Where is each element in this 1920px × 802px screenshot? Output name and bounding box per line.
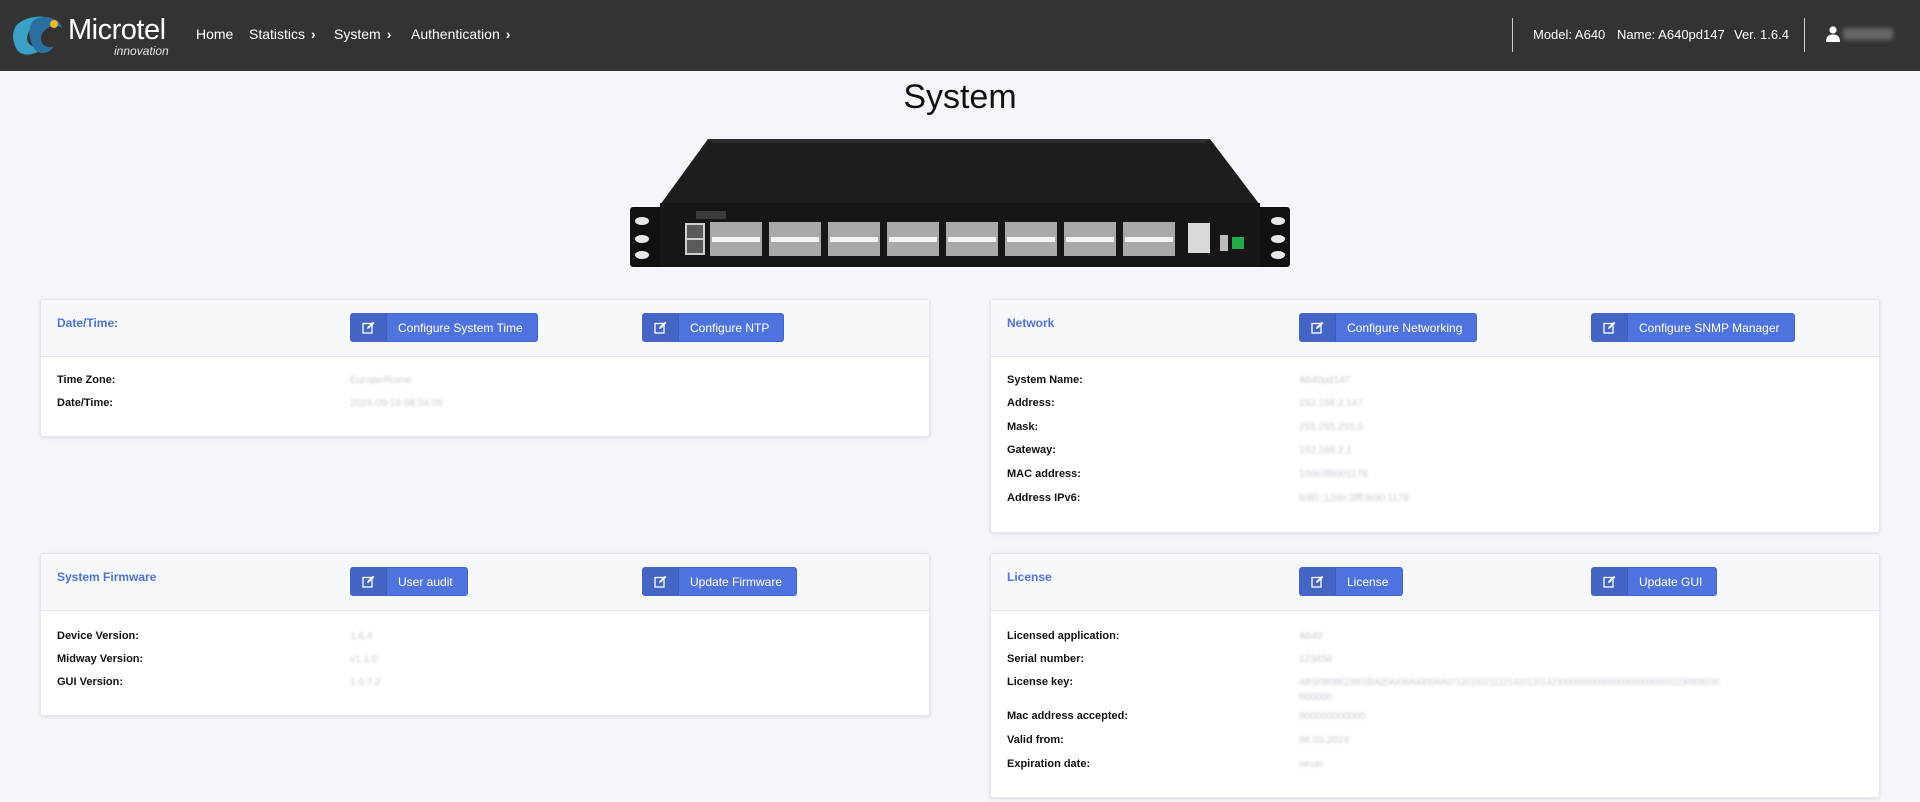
midway-version-value: v1.1.0 (350, 654, 378, 665)
address-ipv6-label: Address IPv6: (1007, 492, 1081, 504)
navbar-divider (1512, 18, 1513, 52)
expiration-date-value: never (1299, 759, 1325, 770)
edit-icon (643, 314, 679, 341)
midway-version-label: Midway Version: (57, 653, 144, 665)
configure-networking-label: Configure Networking (1347, 320, 1463, 335)
username-blurred[interactable] (1843, 28, 1893, 40)
update-firmware-button[interactable]: Update Firmware (642, 567, 798, 596)
firmware-card-header: System Firmware User audit Update Firmwa… (41, 554, 929, 611)
device-version-value: 1.6.4 (350, 631, 373, 642)
nav-statistics[interactable]: Statistics › (249, 26, 316, 42)
mac-address-label: MAC address: (1007, 468, 1081, 480)
configure-snmp-manager-label: Configure SNMP Manager (1639, 320, 1780, 335)
edit-icon (1300, 314, 1336, 341)
datetime-card-header: Date/Time: Configure System Time Configu… (41, 300, 929, 357)
user-audit-button[interactable]: User audit (350, 567, 468, 596)
configure-ntp-button[interactable]: Configure NTP (642, 313, 785, 342)
license-button[interactable]: License (1299, 567, 1404, 596)
license-card: License License Update GUI Licensed appl… (990, 553, 1880, 798)
user-icon[interactable] (1826, 26, 1840, 42)
navbar-divider (1804, 18, 1805, 52)
serial-number-value: 123456 (1299, 654, 1333, 665)
edit-icon (1300, 568, 1336, 595)
edit-icon (351, 314, 387, 341)
chevron-right-icon: › (505, 26, 511, 42)
configure-networking-button[interactable]: Configure Networking (1299, 313, 1478, 342)
firmware-card-title: System Firmware (57, 570, 157, 584)
nav-home[interactable]: Home (196, 26, 233, 42)
license-key-label: License key: (1007, 676, 1074, 688)
edit-icon (643, 568, 679, 595)
datetime-label: Date/Time: (57, 397, 114, 409)
license-key-value: A8020808E23802BA20A430A4300AA07120150211… (1299, 677, 1720, 687)
timezone-value: Europe/Rome (350, 375, 412, 386)
mac-accepted-label: Mac address accepted: (1007, 710, 1129, 722)
nav-statistics-label: Statistics (249, 26, 306, 42)
update-gui-button[interactable]: Update GUI (1591, 567, 1718, 596)
device-name: Name: A640pd147 (1617, 27, 1725, 42)
valid-from-label: Valid from: (1007, 734, 1064, 746)
license-key-value-cont: 000000 (1299, 692, 1333, 703)
gateway-value: 192.168.2.1 (1299, 445, 1352, 456)
update-gui-label: Update GUI (1639, 574, 1703, 589)
mask-label: Mask: (1007, 421, 1039, 433)
page-title: System (903, 78, 1017, 116)
chevron-right-icon: › (386, 26, 392, 42)
device-version: Ver. 1.6.4 (1734, 27, 1789, 42)
address-ipv6-value: fe80::12de:3fff:fe00:1178 (1299, 493, 1410, 504)
gui-version-label: GUI Version: (57, 676, 124, 688)
mac-accepted-value: 000000000000 (1299, 711, 1366, 722)
licensed-application-label: Licensed application: (1007, 630, 1120, 642)
network-card: Network Configure Networking Configure S… (990, 299, 1880, 533)
valid-from-value: 08.03.2024 (1299, 735, 1350, 746)
system-name-label: System Name: (1007, 374, 1083, 386)
brand-tagline: innovation (114, 44, 169, 58)
serial-number-label: Serial number: (1007, 653, 1085, 665)
device-model: Model: A640 (1533, 27, 1606, 42)
configure-ntp-label: Configure NTP (690, 320, 770, 335)
timezone-label: Time Zone: (57, 374, 116, 386)
address-value: 192.168.2.147 (1299, 398, 1363, 409)
configure-system-time-label: Configure System Time (398, 320, 523, 335)
brand-name: Microtel (68, 14, 166, 46)
license-card-header: License License Update GUI (991, 554, 1879, 611)
license-card-title: License (1007, 570, 1052, 584)
nav-system[interactable]: System › (334, 26, 391, 42)
licensed-application-value: A640 (1299, 631, 1323, 642)
network-card-title: Network (1007, 316, 1055, 330)
configure-system-time-button[interactable]: Configure System Time (350, 313, 538, 342)
mac-address-value: 10de3f6001178 (1299, 469, 1368, 480)
firmware-card: System Firmware User audit Update Firmwa… (40, 553, 930, 716)
gui-version-value: 1.0.7.2 (350, 677, 381, 688)
update-firmware-label: Update Firmware (690, 574, 783, 589)
microtel-logo-icon (13, 16, 62, 55)
top-navbar: Microtel innovation Home Statistics › Sys… (0, 0, 1920, 71)
device-version-label: Device Version: (57, 630, 139, 642)
edit-icon (1592, 314, 1628, 341)
nav-authentication[interactable]: Authentication › (411, 26, 510, 42)
brand-logo[interactable]: Microtel innovation (10, 10, 180, 60)
datetime-card: Date/Time: Configure System Time Configu… (40, 299, 930, 437)
configure-snmp-manager-button[interactable]: Configure SNMP Manager (1591, 313, 1795, 342)
mask-value: 255.255.255.0 (1299, 422, 1363, 433)
edit-icon (1592, 568, 1628, 595)
nav-system-label: System (334, 26, 381, 42)
switch-device-image (630, 139, 1290, 267)
network-card-header: Network Configure Networking Configure S… (991, 300, 1879, 357)
gateway-label: Gateway: (1007, 444, 1056, 456)
nav-home-label: Home (196, 26, 234, 42)
address-label: Address: (1007, 397, 1055, 409)
nav-authentication-label: Authentication (411, 26, 500, 42)
user-audit-label: User audit (398, 574, 453, 589)
edit-icon (351, 568, 387, 595)
datetime-value: 2024-09-18 08:04:05 (350, 398, 443, 409)
system-name-value: A640pd147 (1299, 375, 1351, 386)
datetime-card-title: Date/Time: (57, 316, 119, 330)
license-button-label: License (1347, 574, 1389, 589)
expiration-date-label: Expiration date: (1007, 758, 1091, 770)
chevron-right-icon: › (311, 26, 316, 42)
